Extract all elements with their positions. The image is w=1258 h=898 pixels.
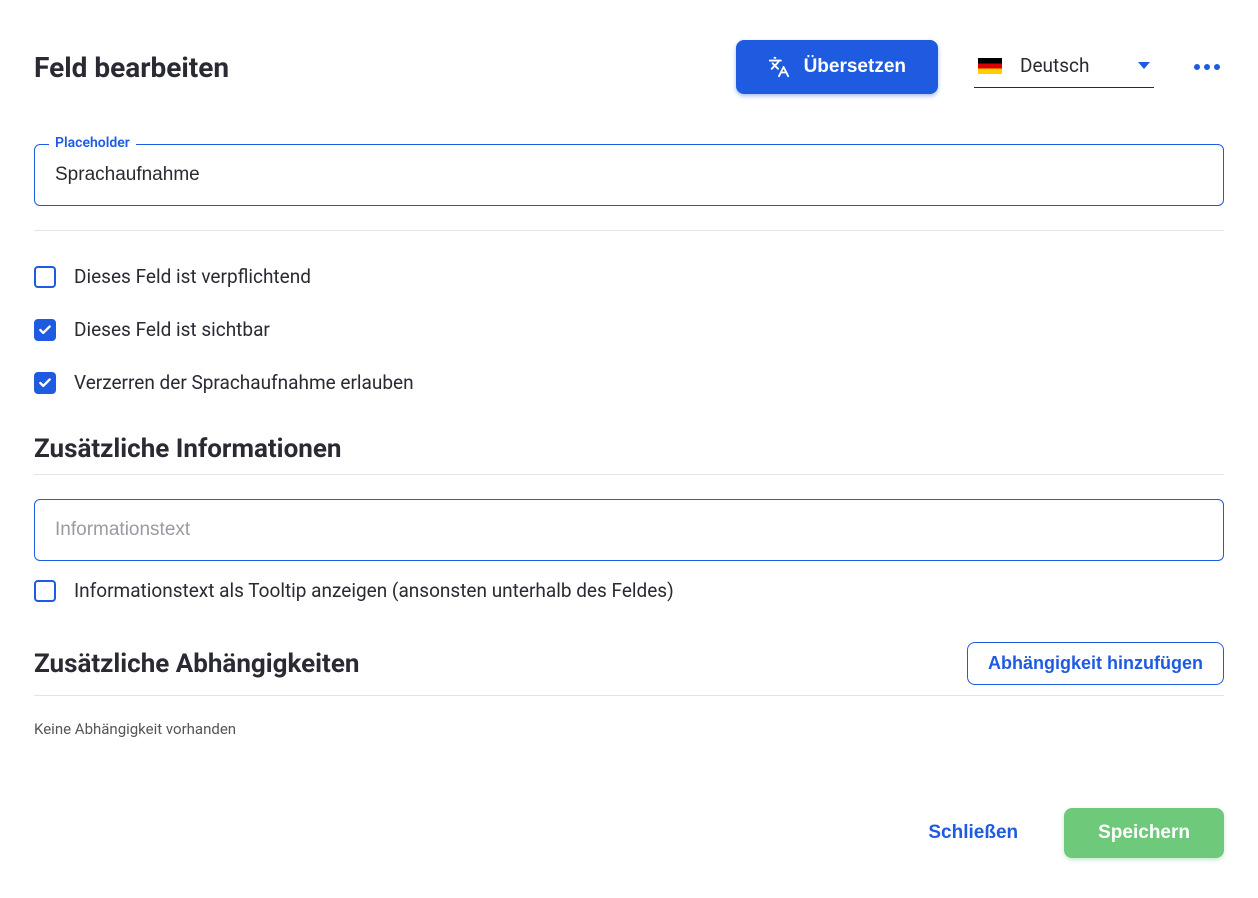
- additional-info-title: Zusätzliche Informationen: [34, 434, 1224, 464]
- translate-button-label: Übersetzen: [804, 56, 906, 78]
- info-text-field[interactable]: [34, 499, 1224, 561]
- divider: [34, 230, 1224, 231]
- checkbox-checked-icon[interactable]: [34, 372, 56, 394]
- flag-germany-icon: [978, 58, 1002, 74]
- checkbox-unchecked-icon[interactable]: [34, 580, 56, 602]
- tooltip-check-label: Informationstext als Tooltip anzeigen (a…: [74, 579, 674, 602]
- footer-actions: Schließen Speichern: [34, 808, 1224, 858]
- translate-button[interactable]: Übersetzen: [736, 40, 938, 94]
- dependencies-title-row: Zusätzliche Abhängigkeiten Abhängigkeit …: [34, 642, 1224, 685]
- header-row: Feld bearbeiten Übersetzen Deutsch: [34, 40, 1224, 94]
- distort-check-label: Verzerren der Sprachaufnahme erlauben: [74, 371, 414, 394]
- dot-icon: [1194, 64, 1200, 70]
- close-button[interactable]: Schließen: [922, 821, 1024, 845]
- header-actions: Übersetzen Deutsch: [736, 40, 1224, 94]
- info-text-input[interactable]: [53, 518, 1205, 542]
- divider: [34, 474, 1224, 475]
- dot-icon: [1214, 64, 1220, 70]
- checkbox-unchecked-icon[interactable]: [34, 266, 56, 288]
- translate-icon: [768, 56, 790, 78]
- placeholder-input[interactable]: [53, 163, 1205, 187]
- mandatory-check-label: Dieses Feld ist verpflichtend: [74, 265, 311, 288]
- chevron-down-icon: [1138, 62, 1150, 69]
- visible-check-label: Dieses Feld ist sichtbar: [74, 318, 270, 341]
- add-dependency-button[interactable]: Abhängigkeit hinzufügen: [967, 642, 1224, 685]
- tooltip-check-row[interactable]: Informationstext als Tooltip anzeigen (a…: [34, 579, 1224, 602]
- dot-icon: [1204, 64, 1210, 70]
- more-menu-button[interactable]: [1190, 60, 1224, 74]
- mandatory-check-row[interactable]: Dieses Feld ist verpflichtend: [34, 265, 1224, 288]
- dependencies-empty-text: Keine Abhängigkeit vorhanden: [34, 720, 1224, 738]
- divider: [34, 695, 1224, 696]
- save-button[interactable]: Speichern: [1064, 808, 1224, 858]
- placeholder-field[interactable]: Placeholder: [34, 144, 1224, 206]
- page-title: Feld bearbeiten: [34, 51, 229, 84]
- language-label: Deutsch: [1020, 54, 1120, 77]
- placeholder-label: Placeholder: [49, 135, 136, 151]
- dependencies-title: Zusätzliche Abhängigkeiten: [34, 649, 359, 679]
- checkbox-checked-icon[interactable]: [34, 319, 56, 341]
- language-select[interactable]: Deutsch: [974, 46, 1154, 88]
- distort-check-row[interactable]: Verzerren der Sprachaufnahme erlauben: [34, 371, 1224, 394]
- visible-check-row[interactable]: Dieses Feld ist sichtbar: [34, 318, 1224, 341]
